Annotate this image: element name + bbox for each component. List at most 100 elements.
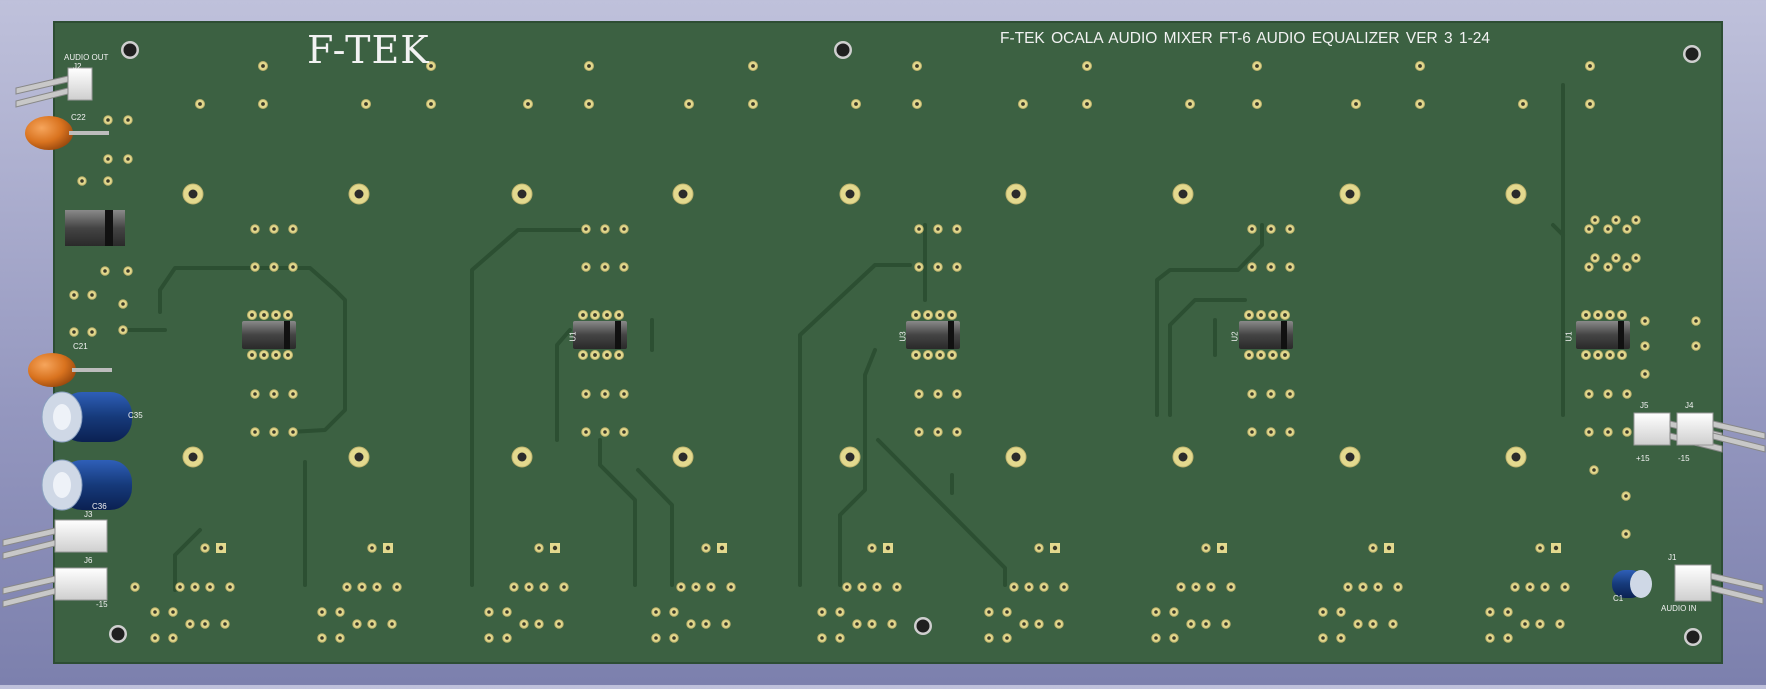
drill-hole	[272, 227, 276, 231]
drill-hole	[1283, 353, 1287, 357]
drill-hole	[338, 636, 342, 640]
drill-hole	[617, 313, 621, 317]
drill-hole	[584, 430, 588, 434]
drill-hole	[890, 622, 894, 626]
drill-hole	[704, 622, 708, 626]
mounting-hole	[188, 189, 198, 199]
j6-label: J6	[84, 556, 93, 565]
capacitor-lead	[69, 131, 109, 135]
drill-hole	[126, 157, 130, 161]
corner-hole-core	[1686, 630, 1700, 644]
drill-hole	[253, 430, 257, 434]
drill-hole	[584, 392, 588, 396]
drill-hole	[1584, 313, 1588, 317]
dip8-notch	[615, 321, 621, 349]
mounting-hole	[517, 452, 527, 462]
drill-hole	[1255, 64, 1259, 68]
drill-hole	[689, 622, 693, 626]
drill-hole	[1288, 227, 1292, 231]
drill-hole	[1219, 545, 1225, 551]
drill-hole	[542, 585, 546, 589]
drill-hole	[915, 102, 919, 106]
drill-hole	[126, 118, 130, 122]
drill-hole	[1012, 585, 1016, 589]
drill-hole	[719, 545, 725, 551]
drill-hole	[751, 102, 755, 106]
drill-hole	[1269, 430, 1273, 434]
drill-hole	[106, 179, 110, 183]
drill-hole	[253, 227, 257, 231]
drill-hole	[320, 610, 324, 614]
drill-hole	[724, 622, 728, 626]
drill-hole	[72, 293, 76, 297]
drill-hole	[286, 313, 290, 317]
drill-hole	[603, 430, 607, 434]
drill-hole	[171, 610, 175, 614]
drill-hole	[1608, 353, 1612, 357]
drill-hole	[1269, 265, 1273, 269]
corner-hole-core	[1685, 47, 1699, 61]
drill-hole	[622, 392, 626, 396]
drill-hole	[987, 610, 991, 614]
drill-hole	[505, 636, 509, 640]
drill-hole	[1643, 319, 1647, 323]
c21-label: C21	[73, 342, 88, 351]
drill-hole	[1346, 585, 1350, 589]
dip8-notch	[284, 321, 290, 349]
drill-hole	[1587, 227, 1591, 231]
drill-hole	[581, 313, 585, 317]
drill-hole	[1538, 546, 1542, 550]
drill-hole	[512, 585, 516, 589]
drill-hole	[370, 622, 374, 626]
drill-hole	[936, 392, 940, 396]
board-description: F-TEK OCALA AUDIO MIXER FT-6 AUDIO EQUAL…	[1000, 30, 1491, 47]
drill-hole	[1396, 585, 1400, 589]
drill-hole	[1596, 313, 1600, 317]
c35-label: C35	[128, 411, 143, 420]
drill-hole	[1037, 622, 1041, 626]
mounting-hole	[678, 189, 688, 199]
mounting-hole	[845, 189, 855, 199]
drill-hole	[121, 328, 125, 332]
drill-hole	[1229, 585, 1233, 589]
drill-hole	[603, 227, 607, 231]
mounting-hole	[678, 452, 688, 462]
drill-hole	[895, 585, 899, 589]
drill-hole	[672, 636, 676, 640]
drill-hole	[622, 430, 626, 434]
drill-hole	[360, 585, 364, 589]
drill-hole	[581, 353, 585, 357]
mounting-hole	[354, 452, 364, 462]
drill-hole	[1506, 636, 1510, 640]
drill-hole	[1005, 636, 1009, 640]
drill-hole	[487, 610, 491, 614]
drill-hole	[605, 353, 609, 357]
drill-hole	[262, 313, 266, 317]
drill-hole	[704, 546, 708, 550]
drill-hole	[820, 636, 824, 640]
drill-hole	[228, 585, 232, 589]
pcb-viewer-canvas[interactable]: F-TEK F-TEK OCALA AUDIO MIXER FT-6 AUDIO…	[0, 0, 1766, 685]
drill-hole	[1062, 585, 1066, 589]
drill-hole	[522, 622, 526, 626]
drill-hole	[223, 622, 227, 626]
drill-hole	[1283, 313, 1287, 317]
drill-hole	[250, 353, 254, 357]
drill-hole	[1587, 392, 1591, 396]
drill-hole	[261, 64, 265, 68]
drill-hole	[1037, 546, 1041, 550]
drill-hole	[193, 585, 197, 589]
drill-hole	[854, 102, 858, 106]
audio-in-label: AUDIO IN	[1661, 604, 1697, 613]
drill-hole	[950, 353, 954, 357]
drill-hole	[1042, 585, 1046, 589]
drill-hole	[1209, 585, 1213, 589]
drill-hole	[1391, 622, 1395, 626]
drill-hole	[1506, 610, 1510, 614]
drill-hole	[617, 353, 621, 357]
ic-ref-label: U3	[898, 331, 908, 342]
drill-hole	[1593, 218, 1597, 222]
drill-hole	[709, 585, 713, 589]
drill-hole	[1625, 227, 1629, 231]
capacitor-vent	[53, 472, 71, 498]
